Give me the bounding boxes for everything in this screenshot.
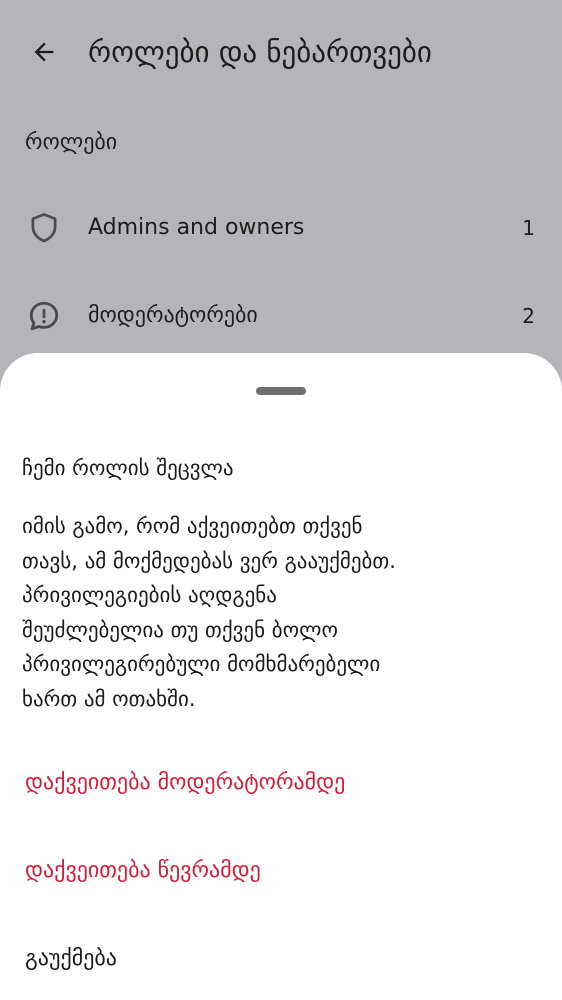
app-bar: როლები და ნებართვები [0, 0, 562, 104]
change-role-bottom-sheet: ჩემი როლის შეცვლა იმის გამო, რომ აქვეითე… [0, 353, 562, 1000]
chat-alert-icon [26, 298, 62, 334]
message-line: ხართ ამ ოთახში. [22, 686, 196, 711]
role-count: 2 [522, 304, 535, 328]
demote-to-member-button[interactable]: დაქვეითება წევრამდე [0, 834, 562, 908]
action-label: დაქვეითება მოდერატორამდე [25, 770, 346, 795]
message-line: შეუძლებელია თუ თქვენ ბოლო [22, 617, 338, 642]
sheet-message: იმის გამო, რომ აქვეითებთ თქვენ თავს, ამ … [22, 509, 542, 716]
message-line: პრივილეგირებული მომხმარებელი [22, 652, 381, 676]
role-row-admins[interactable]: Admins and owners 1 [0, 185, 562, 271]
message-line: თავს, ამ მოქმედებას ვერ გააუქმებთ. [22, 548, 396, 573]
message-line: იმის გამო, რომ აქვეითებთ თქვენ [22, 514, 363, 538]
action-label: დაქვეითება წევრამდე [25, 858, 261, 883]
role-row-moderators[interactable]: მოდერატორები 2 [0, 273, 562, 359]
page-title: როლები და ნებართვები [88, 35, 432, 69]
arrow-back-icon [34, 42, 54, 62]
shield-icon [26, 210, 62, 246]
sheet-drag-handle[interactable] [256, 387, 306, 395]
role-count: 1 [522, 216, 535, 240]
action-label: გაუქმება [25, 946, 117, 971]
message-line: პრივილეგიების აღდგენა [22, 583, 277, 607]
role-label: Admins and owners [88, 215, 305, 240]
role-label: მოდერატორები [88, 303, 258, 328]
sheet-title: ჩემი როლის შეცვლა [22, 456, 234, 480]
roles-section-title: როლები [25, 130, 118, 155]
cancel-button[interactable]: გაუქმება [0, 922, 562, 996]
demote-to-moderator-button[interactable]: დაქვეითება მოდერატორამდე [0, 746, 562, 820]
back-button[interactable] [24, 32, 64, 72]
